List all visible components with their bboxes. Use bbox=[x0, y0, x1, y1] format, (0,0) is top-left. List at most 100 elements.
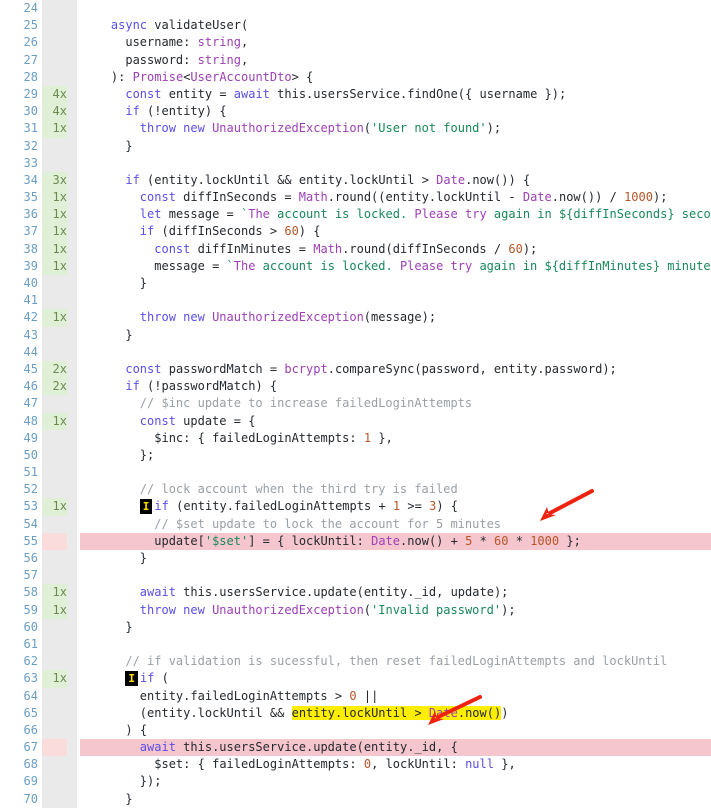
line-hit-count bbox=[42, 275, 67, 293]
coverage-report-view: 24 25 26 27 28 29 30 31 32 33 34 35 36 37 38 39 40 41 42 43… bbox=[0, 0, 711, 808]
line-hit-count bbox=[42, 68, 67, 86]
code-line: update['$set'] = { lockUntil: Date.now()… bbox=[80, 532, 711, 550]
line-number: 49 bbox=[23, 430, 38, 445]
line-number: 42 bbox=[23, 310, 38, 325]
code-line: entity.failedLoginAttempts > 0 || bbox=[139, 688, 379, 703]
line-number: 26 bbox=[23, 35, 38, 50]
hit-count-gutter: 4x 4x 1x 3x 1x 1x 1x 1x 1x 1x 2x 2x 1x 1x 1x 1x 1… bbox=[42, 0, 77, 808]
uncovered-branch-span: entity.lockUntil > Date.now() bbox=[291, 705, 502, 720]
line-number: 62 bbox=[23, 654, 38, 669]
line-number: 33 bbox=[23, 155, 38, 170]
line-number: 41 bbox=[23, 293, 38, 308]
code-line: message = `The account is locked. Please… bbox=[154, 258, 711, 273]
line-hit-count: 2x bbox=[42, 360, 67, 379]
line-hit-count: 1x bbox=[42, 120, 67, 138]
line-hit-count bbox=[42, 756, 67, 774]
line-number: 30 bbox=[23, 104, 38, 119]
line-number: 50 bbox=[23, 447, 38, 462]
line-hit-count bbox=[42, 515, 67, 533]
line-hit-count bbox=[42, 704, 67, 722]
line-hit-count bbox=[42, 343, 67, 361]
code-line: }); bbox=[139, 774, 162, 789]
code-line: ): Promise<UserAccountDto> { bbox=[110, 69, 314, 84]
line-hit-count bbox=[42, 635, 67, 654]
code-line: if (diffInSeconds > 60) { bbox=[139, 224, 321, 239]
code-line: await this.usersService.update(entity._i… bbox=[139, 585, 509, 600]
source-code-pane[interactable]: async validateUser( username: string, pa… bbox=[77, 0, 711, 808]
code-line: // $set update to lock the account for 5… bbox=[82, 516, 502, 531]
code-line: let message = `The account is locked. Pl… bbox=[139, 207, 711, 222]
line-number: 28 bbox=[23, 69, 38, 84]
line-number: 40 bbox=[23, 276, 38, 290]
line-hit-count bbox=[42, 721, 67, 740]
line-number: 38 bbox=[23, 241, 38, 256]
code-line: $set: { failedLoginAttempts: 0, lockUnti… bbox=[154, 757, 516, 772]
line-hit-count bbox=[42, 0, 67, 18]
line-number: 61 bbox=[23, 636, 38, 651]
code-line: } bbox=[125, 138, 133, 153]
line-number-gutter: 24 25 26 27 28 29 30 31 32 33 34 35 36 37 38 39 40 41 42 43… bbox=[0, 0, 42, 808]
line-number: 64 bbox=[23, 688, 38, 703]
code-line: $inc: { failedLoginAttempts: 1 }, bbox=[154, 430, 393, 445]
line-hit-count: 2x bbox=[42, 378, 67, 396]
line-number: 32 bbox=[23, 138, 38, 153]
line-hit-count bbox=[42, 51, 67, 69]
line-hit-count: 1x bbox=[42, 498, 67, 516]
code-line: (entity.lockUntil && entity.lockUntil > … bbox=[139, 705, 509, 720]
line-number: 51 bbox=[23, 465, 38, 480]
code-line: throw new UnauthorizedException(message)… bbox=[139, 310, 437, 325]
code-line: const entity = await this.usersService.f… bbox=[125, 86, 567, 101]
code-line: if (!passwordMatch) { bbox=[125, 379, 278, 394]
line-number: 31 bbox=[23, 121, 38, 136]
line-hit-count: 1x bbox=[42, 584, 67, 602]
line-hit-count bbox=[42, 446, 67, 465]
line-number: 57 bbox=[23, 568, 38, 583]
line-number: 66 bbox=[23, 722, 38, 737]
line-hit-count: 1x bbox=[42, 223, 67, 241]
line-number: 45 bbox=[23, 361, 38, 376]
line-hit-count bbox=[42, 137, 67, 155]
line-number: 59 bbox=[23, 602, 38, 617]
code-line: Iif ( bbox=[80, 670, 711, 687]
branch-miss-badge: I bbox=[139, 499, 153, 515]
line-number: 36 bbox=[23, 207, 38, 222]
line-hit-count bbox=[42, 687, 67, 705]
code-line: const diffInSeconds = Math.round((entity… bbox=[139, 190, 668, 205]
line-number: 25 bbox=[23, 18, 38, 33]
line-number: 53 bbox=[23, 499, 38, 514]
line-hit-count bbox=[42, 550, 67, 568]
line-number: 58 bbox=[23, 585, 38, 600]
line-number: 44 bbox=[23, 344, 38, 359]
code-line: // lock account when the third try is fa… bbox=[82, 482, 458, 497]
line-number: 68 bbox=[23, 757, 38, 772]
code-line: throw new UnauthorizedException('Invalid… bbox=[139, 602, 516, 617]
line-number: 29 bbox=[23, 86, 38, 101]
code-line: const diffInMinutes = Math.round(diffInS… bbox=[154, 241, 538, 256]
line-hit-count: 4x bbox=[42, 85, 67, 104]
line-number: 27 bbox=[23, 52, 38, 67]
line-hit-count bbox=[42, 34, 67, 52]
line-number: 35 bbox=[23, 190, 38, 205]
line-number: 39 bbox=[23, 258, 38, 273]
line-number: 65 bbox=[23, 705, 38, 720]
line-hit-count: 4x bbox=[42, 103, 67, 121]
line-hit-count bbox=[42, 567, 67, 585]
code-line: }; bbox=[139, 447, 155, 462]
line-hit-count bbox=[42, 464, 67, 482]
line-number: 55 bbox=[23, 533, 38, 548]
line-hit-count: 1x bbox=[42, 240, 67, 258]
code-line: // if validation is sucessful, then rese… bbox=[82, 654, 668, 669]
line-hit-count: 1x bbox=[42, 189, 67, 207]
line-hit-count bbox=[42, 429, 67, 447]
line-number: 48 bbox=[23, 413, 38, 428]
code-line: const update = { bbox=[139, 413, 256, 428]
line-hit-count bbox=[42, 395, 67, 413]
code-line: ) { bbox=[125, 722, 148, 737]
line-hit-count bbox=[42, 154, 67, 172]
line-number: 24 bbox=[23, 1, 38, 15]
line-number: 56 bbox=[23, 551, 38, 565]
